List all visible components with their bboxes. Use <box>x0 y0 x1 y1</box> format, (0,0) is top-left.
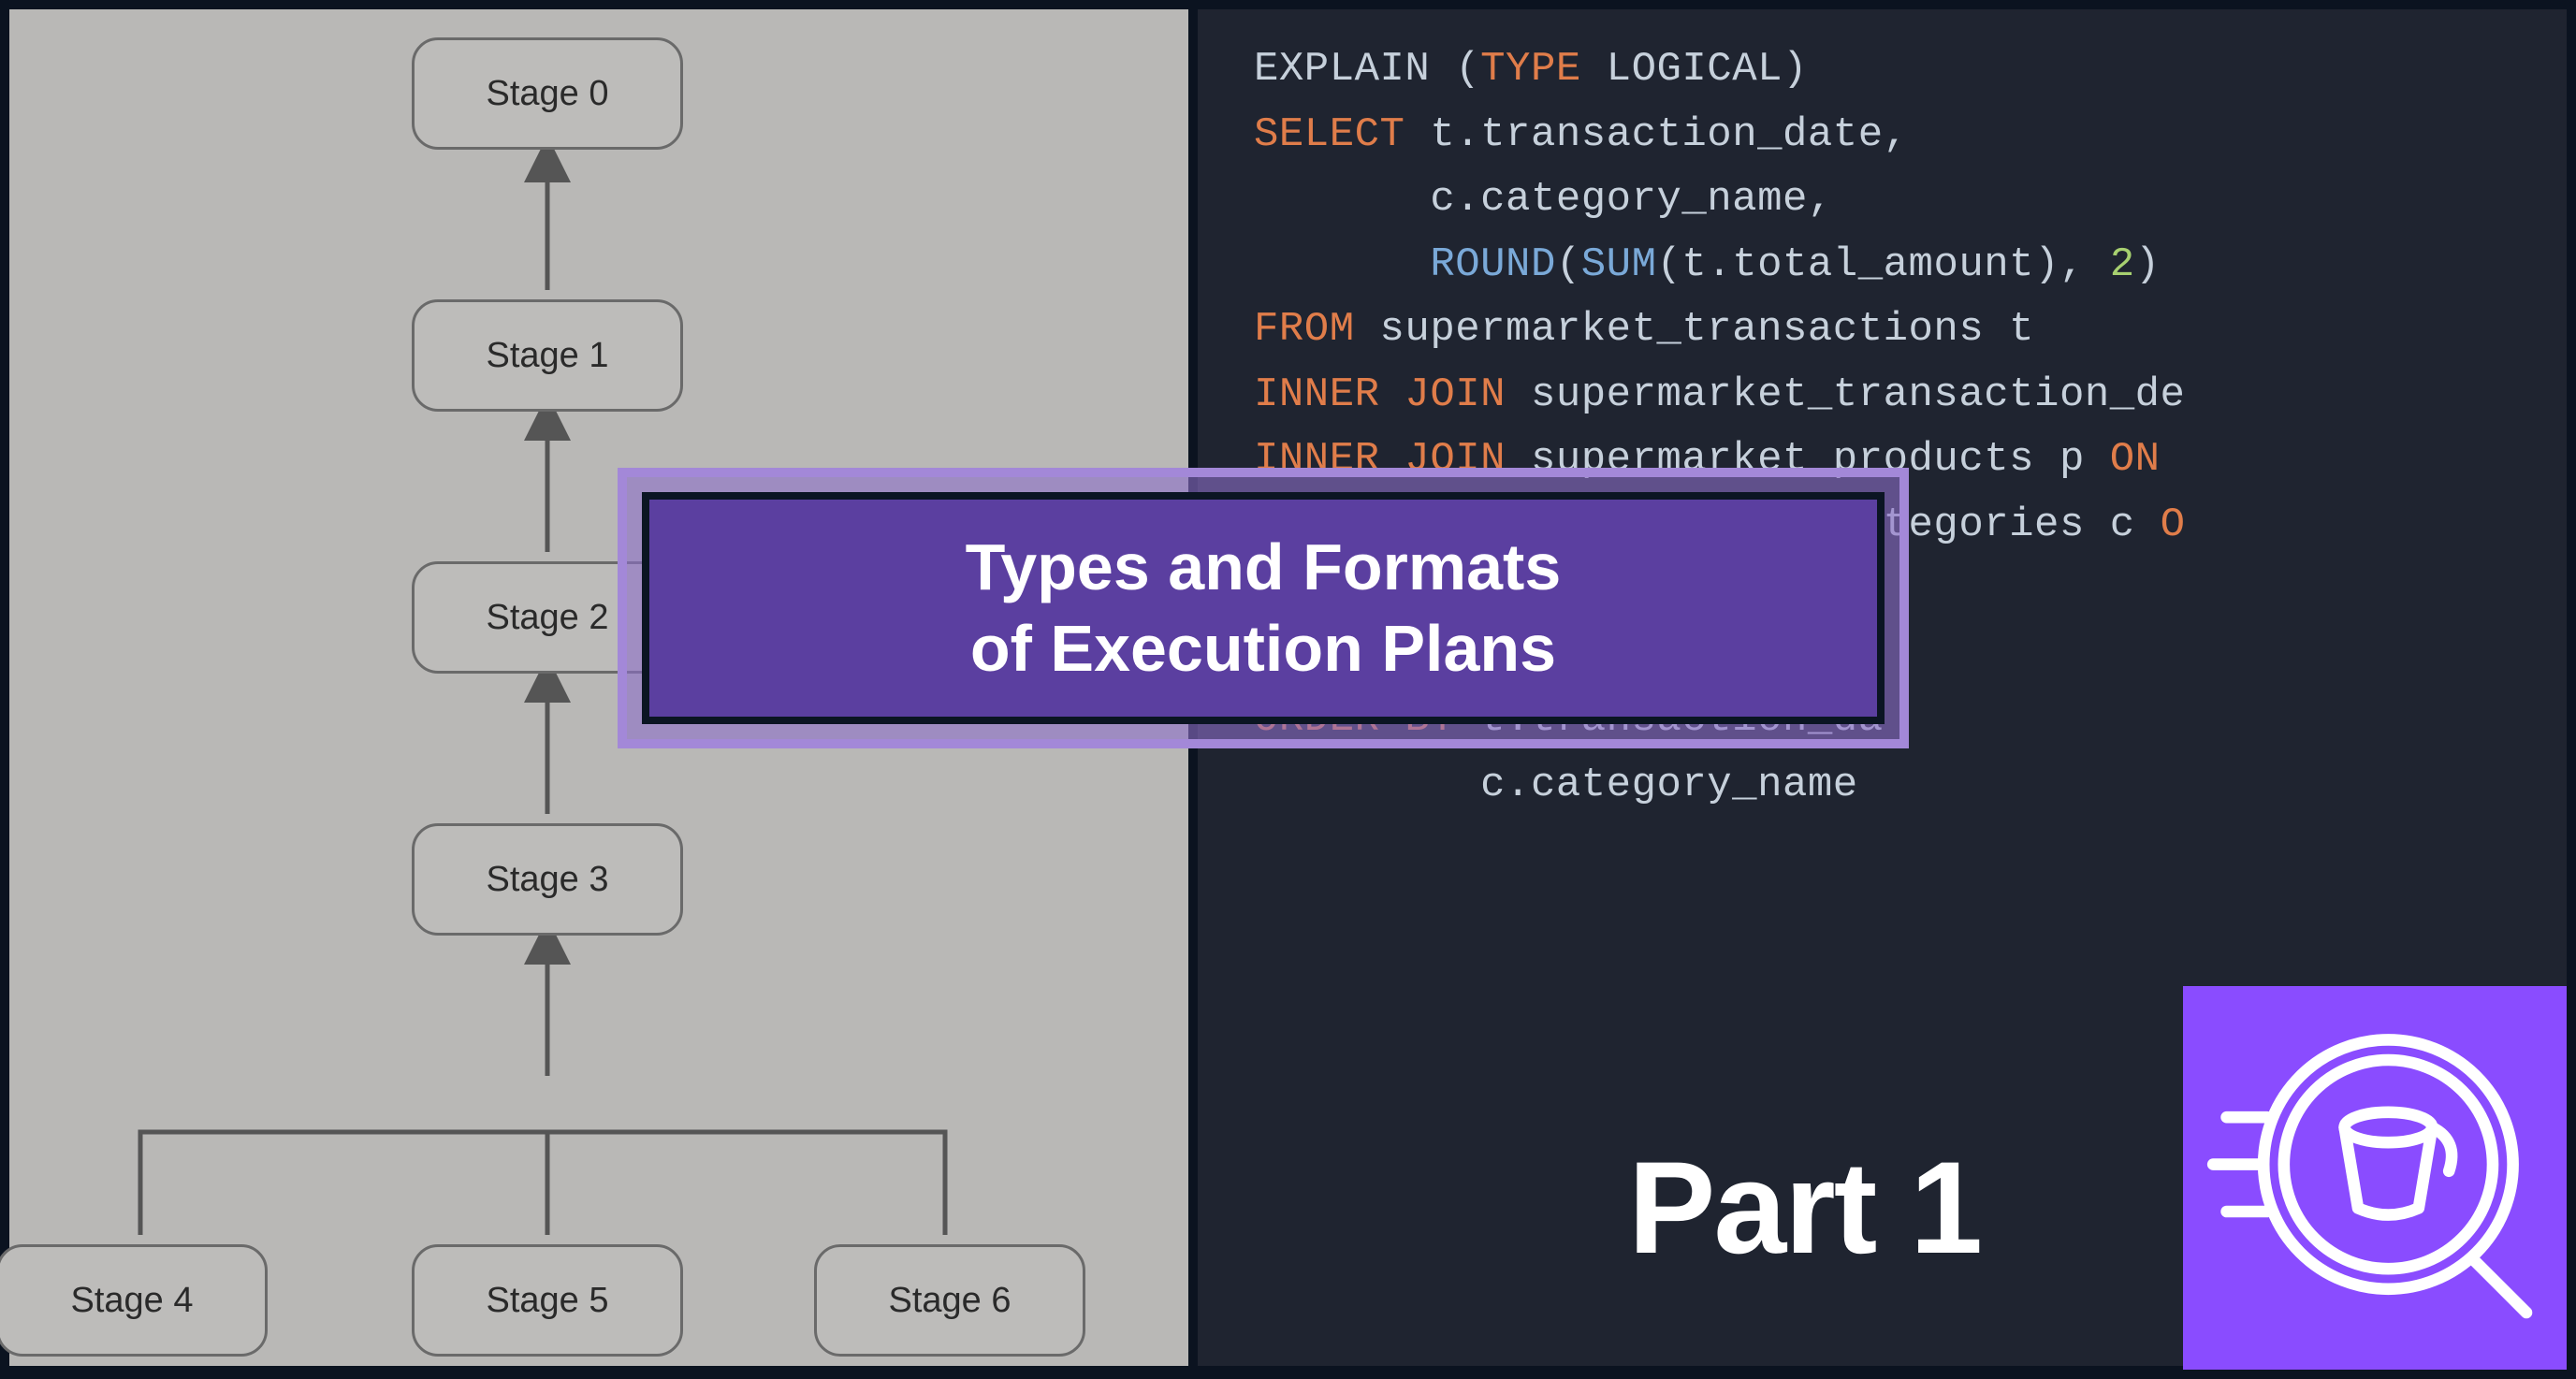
code-token: FROM <box>1254 306 1355 353</box>
code-line: c.category_name, <box>1254 167 2567 233</box>
code-line: INNER JOIN supermarket_transaction_de <box>1254 363 2567 428</box>
code-token: supermarket_transactions t <box>1355 306 2034 353</box>
code-token: c.category_name <box>1254 762 1858 808</box>
code-token: SUM <box>1581 241 1657 288</box>
stage-node-4: Stage 4 <box>0 1244 268 1357</box>
code-token: ) <box>2135 241 2161 288</box>
stage-node-6: Stage 6 <box>814 1244 1085 1357</box>
code-token: SELECT <box>1254 111 1404 158</box>
stage-label: Stage 0 <box>487 74 609 114</box>
title-line-2: of Execution Plans <box>966 608 1562 690</box>
code-token: ON <box>2110 436 2161 483</box>
stage-label: Stage 2 <box>487 598 609 638</box>
stage-node-0: Stage 0 <box>412 37 683 150</box>
code-token: INNER JOIN <box>1254 371 1506 418</box>
code-token: ( <box>1556 241 1581 288</box>
code-token: 2 <box>2110 241 2135 288</box>
code-token: supermarket_transaction_de <box>1506 371 2185 418</box>
code-token: ROUND <box>1430 241 1556 288</box>
stage-label: Stage 3 <box>487 860 609 900</box>
part-label: Part 1 <box>1628 1132 1981 1284</box>
code-line: c.category_name <box>1254 753 2567 819</box>
code-line: FROM supermarket_transactions t <box>1254 298 2567 363</box>
title-card: Types and Formats of Execution Plans <box>618 468 1909 748</box>
code-line: ROUND(SUM(t.total_amount), 2) <box>1254 233 2567 298</box>
code-line: SELECT t.transaction_date, <box>1254 103 2567 168</box>
code-token: O <box>2161 501 2186 548</box>
stage-node-1: Stage 1 <box>412 299 683 412</box>
code-token: EXPLAIN <box>1254 46 1430 93</box>
stage-node-3: Stage 3 <box>412 823 683 936</box>
stage-node-5: Stage 5 <box>412 1244 683 1357</box>
stage-label: Stage 6 <box>889 1281 1011 1321</box>
code-line: EXPLAIN (TYPE LOGICAL) <box>1254 37 2567 103</box>
code-token <box>1254 241 1430 288</box>
stage-label: Stage 4 <box>71 1281 194 1321</box>
code-token: LOGICAL) <box>1581 46 1808 93</box>
code-token: t.transaction_date, <box>1404 111 1908 158</box>
code-token: (t.total_amount), <box>1657 241 2110 288</box>
athena-bucket-search-icon <box>2183 986 2567 1370</box>
code-token: c.category_name, <box>1254 176 1833 223</box>
figure-root: EXPLAIN (TYPE LOGICAL)SELECT t.transacti… <box>0 0 2576 1379</box>
title-line-1: Types and Formats <box>966 527 1562 609</box>
stage-label: Stage 1 <box>487 336 609 376</box>
stage-label: Stage 5 <box>487 1281 609 1321</box>
title-card-inner: Types and Formats of Execution Plans <box>642 492 1885 724</box>
code-token: ( <box>1430 46 1480 93</box>
code-token: TYPE <box>1480 46 1581 93</box>
